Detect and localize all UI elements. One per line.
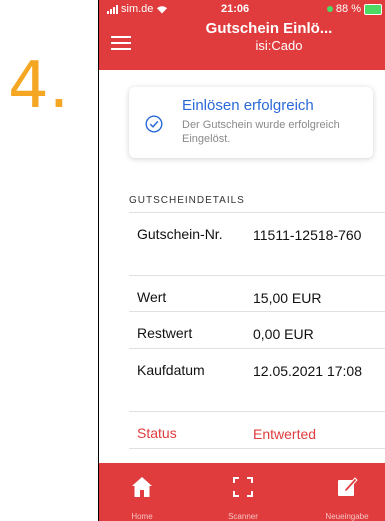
- signal-icon: [107, 4, 118, 14]
- edit-icon: [338, 477, 358, 496]
- nav-label: Home: [131, 512, 153, 521]
- battery-percent: 88 %: [335, 3, 361, 15]
- app-header: Gutschein Einlö... isi:Cado: [99, 20, 385, 70]
- nav-label: Neueingabe: [325, 512, 369, 521]
- check-circle-icon: [145, 115, 163, 133]
- voucher-details: Gutschein-Nr. 11511-12518-760 Wert 15,00…: [129, 212, 385, 449]
- nav-new-entry[interactable]: Neueingabe: [317, 463, 377, 521]
- nav-label: Scanner: [228, 512, 258, 521]
- detail-value: 11511-12518-760: [253, 227, 362, 243]
- nav-home[interactable]: Home: [112, 463, 172, 521]
- nav-scanner[interactable]: Scanner: [213, 463, 273, 521]
- phone-screen: sim.de 21:06 88 % Gutschein Einlö... isi…: [98, 0, 385, 521]
- wifi-icon: [157, 5, 168, 13]
- step-number: 4.: [8, 49, 70, 123]
- page-title: Gutschein Einlö...: [205, 20, 333, 37]
- detail-label: Wert: [137, 289, 167, 305]
- menu-icon[interactable]: [111, 36, 131, 50]
- detail-row-status: Status Entwerted: [129, 411, 385, 449]
- detail-row-value: Wert 15,00 EUR: [129, 275, 385, 311]
- home-icon: [132, 477, 152, 497]
- detail-label: Kaufdatum: [137, 362, 205, 378]
- detail-row-purchase-date: Kaufdatum 12.05.2021 17:08: [129, 348, 385, 411]
- carrier-name: sim.de: [121, 3, 154, 15]
- toast-message: Der Gutschein wurde erfolgreich Eingelös…: [182, 119, 340, 145]
- status-value: Entwerted: [253, 426, 317, 442]
- detail-row-voucher-number: Gutschein-Nr. 11511-12518-760: [129, 212, 385, 275]
- success-toast: Einlösen erfolgreich Der Gutschein wurde…: [129, 87, 373, 158]
- section-title: GUTSCHEINDETAILS: [129, 195, 245, 206]
- detail-row-remaining-value: Restwert 0,00 EUR: [129, 311, 385, 348]
- activity-dot-icon: [326, 6, 333, 12]
- detail-value: 12.05.2021 17:08: [253, 363, 362, 379]
- detail-label: Restwert: [137, 325, 193, 341]
- status-time: 21:06: [221, 3, 250, 15]
- detail-label: Status: [137, 425, 177, 441]
- page-subtitle: isi:Cado: [255, 38, 303, 53]
- detail-value: 15,00 EUR: [253, 290, 322, 306]
- detail-value: 0,00 EUR: [253, 326, 314, 342]
- scan-icon: [233, 477, 253, 497]
- battery-icon: [364, 3, 382, 15]
- detail-label: Gutschein-Nr.: [137, 226, 223, 242]
- toast-title: Einlösen erfolgreich: [182, 97, 314, 114]
- bottom-nav: Home Scanner Neueingabe: [99, 463, 385, 521]
- status-bar: sim.de 21:06 88 %: [99, 0, 385, 20]
